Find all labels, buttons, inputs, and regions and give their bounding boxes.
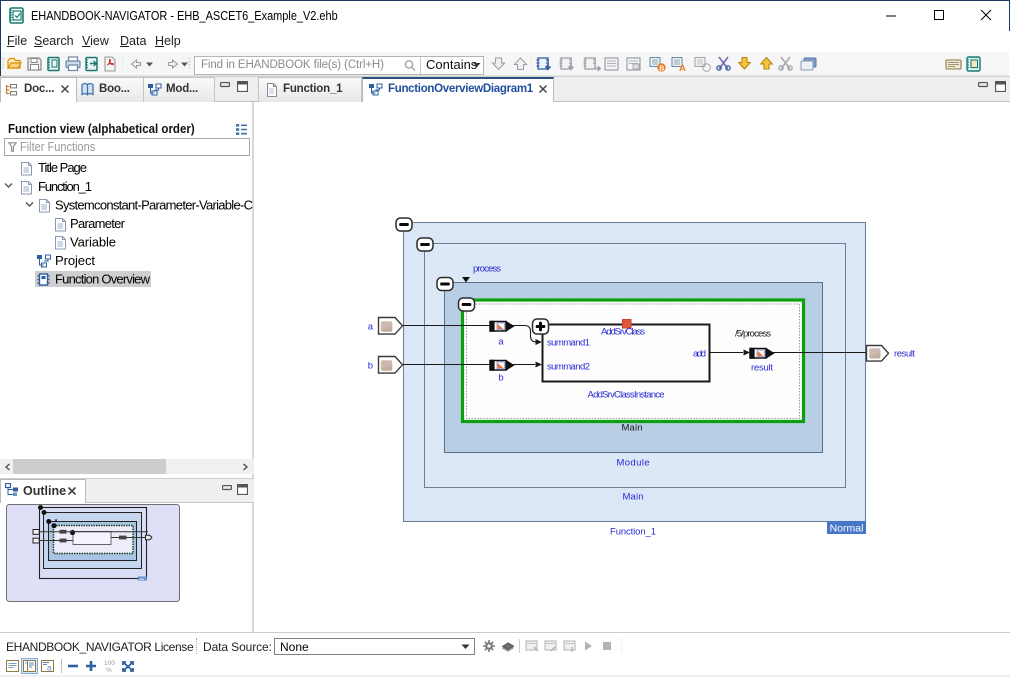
svg-text:b: b (498, 373, 503, 384)
svg-text:Function Overview: Function Overview (55, 272, 151, 287)
svg-text:AddSrvClassInstance: AddSrvClassInstance (588, 390, 665, 401)
svg-text:100: 100 (104, 660, 115, 667)
svg-text:Project: Project (55, 253, 95, 268)
svg-text:B: B (659, 65, 664, 72)
svg-text:A: A (679, 63, 686, 74)
svg-text:summand2: summand2 (547, 362, 590, 373)
svg-text:AddSrvClass: AddSrvClass (601, 327, 645, 338)
svg-text:result: result (894, 349, 915, 360)
svg-text:b: b (368, 361, 373, 372)
svg-text:Function_1: Function_1 (38, 179, 92, 194)
svg-text:Find in EHANDBOOK file(s) (Ctr: Find in EHANDBOOK file(s) (Ctrl+H) (201, 59, 384, 71)
svg-text:Systemconstant-Parameter-Varia: Systemconstant-Parameter-Variable-C (55, 198, 253, 213)
svg-text:Normal: Normal (830, 523, 864, 535)
svg-text:Parameter: Parameter (70, 216, 126, 231)
svg-text:a: a (498, 337, 504, 348)
svg-text:Main: Main (623, 492, 644, 503)
svg-text:add: add (693, 349, 706, 360)
svg-text:a: a (47, 664, 52, 673)
svg-text:result: result (751, 363, 773, 374)
svg-text:process: process (473, 264, 501, 275)
svg-text:Variable: Variable (70, 235, 116, 250)
svg-text:Contains: Contains (426, 57, 478, 72)
svg-text:Main: Main (622, 423, 643, 434)
svg-text:Function_1: Function_1 (610, 527, 656, 538)
svg-text:Module: Module (617, 458, 650, 469)
svg-text:/5/process: /5/process (735, 329, 771, 340)
svg-text:Title Page: Title Page (38, 160, 87, 175)
svg-text:%: % (106, 667, 112, 674)
svg-text:summand1: summand1 (547, 338, 590, 349)
svg-text:a: a (368, 322, 374, 333)
